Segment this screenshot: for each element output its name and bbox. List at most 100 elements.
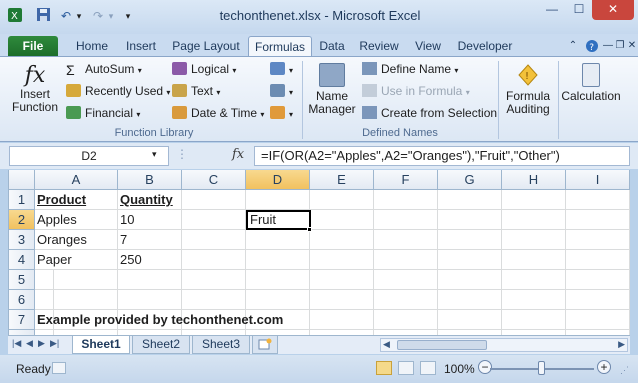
normal-view-icon[interactable] [376,361,392,375]
use-in-formula-button[interactable]: Use in Formula ▾ [362,83,470,101]
column-header[interactable]: B [118,170,182,190]
create-from-selection-button[interactable]: Create from Selection [362,105,497,121]
prev-sheet-icon[interactable]: ◀ [26,338,33,349]
column-header[interactable]: G [438,170,502,190]
formula-bar-grip-icon[interactable]: ⋮ [176,147,188,161]
page-layout-view-icon[interactable] [398,361,414,375]
row-header[interactable]: 4 [9,250,35,270]
define-name-button[interactable]: Define Name ▾ [362,61,458,79]
name-box-dropdown-icon[interactable]: ▾ [152,149,157,160]
chevron-down-icon: ▾ [216,88,221,97]
cell-a7[interactable]: Example provided by techonthenet.com [35,310,335,330]
zoom-out-button[interactable]: − [478,360,492,374]
customize-toolbar-icon[interactable]: ▾ [122,7,134,25]
spreadsheet-grid[interactable]: A B C D E F G H I 1 2 3 4 5 6 7 8 Produc… [8,170,630,335]
scroll-right-icon[interactable]: ▶ [618,339,625,350]
undo-dropdown-icon[interactable]: ▾ [74,7,84,25]
insert-sheet-icon[interactable] [252,336,278,354]
column-header[interactable]: E [310,170,374,190]
name-manager-button[interactable]: Name Manager [306,59,358,125]
tab-file[interactable]: File [8,36,58,56]
logical-button[interactable]: Logical ▾ [172,61,236,79]
formula-auditing-button[interactable]: ! Formula Auditing [500,59,556,125]
last-sheet-icon[interactable]: ▶| [50,338,59,349]
row-header[interactable]: 6 [9,290,35,310]
help-icon[interactable]: ? [584,36,600,56]
row-header[interactable]: 5 [9,270,35,290]
undo-icon[interactable]: ↶ [58,7,74,25]
define-name-icon [362,62,377,75]
redo-dropdown-icon[interactable]: ▾ [106,7,116,25]
formula-input[interactable]: =IF(OR(A2="Apples",A2="Oranges"),"Fruit"… [254,146,630,166]
insert-function-button[interactable]: fx Insert Function [8,59,62,125]
column-header[interactable]: H [502,170,566,190]
macro-recording-icon[interactable] [52,362,66,374]
minimize-button[interactable]: — [538,0,566,20]
tab-view[interactable]: View [408,36,448,56]
tab-developer[interactable]: Developer [452,36,518,56]
tab-page-layout[interactable]: Page Layout [168,36,244,56]
scroll-thumb[interactable] [397,340,487,350]
page-break-view-icon[interactable] [420,361,436,375]
insert-function-fx-icon[interactable]: fx [232,147,244,162]
select-all-corner[interactable] [9,170,35,190]
cell-a4[interactable]: Paper [35,250,118,270]
cell-a2[interactable]: Apples [35,210,118,230]
sheet-tab-sheet2[interactable]: Sheet2 [132,336,190,354]
tab-review[interactable]: Review [354,36,404,56]
cell-a1[interactable]: Product [35,190,118,210]
save-icon[interactable] [34,7,52,25]
financial-button[interactable]: Financial ▾ [66,105,140,123]
workbook-minimize-icon[interactable]: — [602,36,614,56]
scroll-left-icon[interactable]: ◀ [383,339,390,350]
row-header-selected[interactable]: 2 [9,210,35,230]
workbook-restore-icon[interactable]: ❐ [614,36,626,56]
lookup-reference-button[interactable]: ▾ [270,61,293,79]
more-functions-button[interactable]: ▾ [270,105,293,123]
first-sheet-icon[interactable]: |◀ [12,338,21,349]
tab-insert[interactable]: Insert [118,36,164,56]
zoom-in-button[interactable]: + [597,360,611,374]
column-header[interactable]: I [566,170,630,190]
sheet-tab-sheet1[interactable]: Sheet1 [72,336,130,354]
close-button[interactable]: ✕ [592,0,634,20]
minimize-ribbon-icon[interactable]: ⌃ [566,36,580,56]
cell-b3[interactable]: 7 [118,230,182,250]
next-sheet-icon[interactable]: ▶ [38,338,45,349]
redo-icon[interactable]: ↷ [90,7,106,25]
row-header[interactable]: 3 [9,230,35,250]
cell-d2-active[interactable]: Fruit [246,210,311,230]
chevron-down-icon: ▾ [465,88,470,97]
cell-b2[interactable]: 10 [118,210,182,230]
name-box[interactable]: D2 [9,146,169,166]
create-from-selection-label: Create from Selection [381,106,498,120]
workbook-close-icon[interactable]: ✕ [626,36,638,56]
column-header[interactable]: C [182,170,246,190]
cell-b1[interactable]: Quantity [118,190,182,210]
zoom-slider-thumb[interactable] [538,361,545,375]
row-header[interactable]: 7 [9,310,35,330]
zoom-level[interactable]: 100% [444,362,475,376]
column-header[interactable]: F [374,170,438,190]
maximize-button[interactable]: ☐ [566,0,592,20]
autosum-button[interactable]: Σ AutoSum ▾ [66,61,142,79]
cell-b4[interactable]: 250 [118,250,182,270]
tab-data[interactable]: Data [314,36,350,56]
column-header[interactable]: A [35,170,118,190]
column-header-selected[interactable]: D [246,170,310,190]
cell-a3[interactable]: Oranges [35,230,118,250]
fill-handle[interactable] [307,227,312,232]
text-book-icon [172,84,187,97]
sheet-tab-sheet3[interactable]: Sheet3 [192,336,250,354]
recently-used-button[interactable]: Recently Used ▾ [66,83,170,101]
calculation-button[interactable]: Calculation [560,59,622,125]
text-button[interactable]: Text ▾ [172,83,220,101]
date-time-button[interactable]: Date & Time ▾ [172,105,264,123]
math-trig-button[interactable]: ▾ [270,83,293,101]
tab-home[interactable]: Home [70,36,114,56]
row-header[interactable]: 1 [9,190,35,210]
tab-formulas[interactable]: Formulas [248,36,312,56]
excel-logo-icon[interactable]: X [6,7,24,25]
resize-grip-icon[interactable]: ⋰ [620,365,629,376]
horizontal-scrollbar[interactable]: ◀ ▶ [380,338,628,352]
